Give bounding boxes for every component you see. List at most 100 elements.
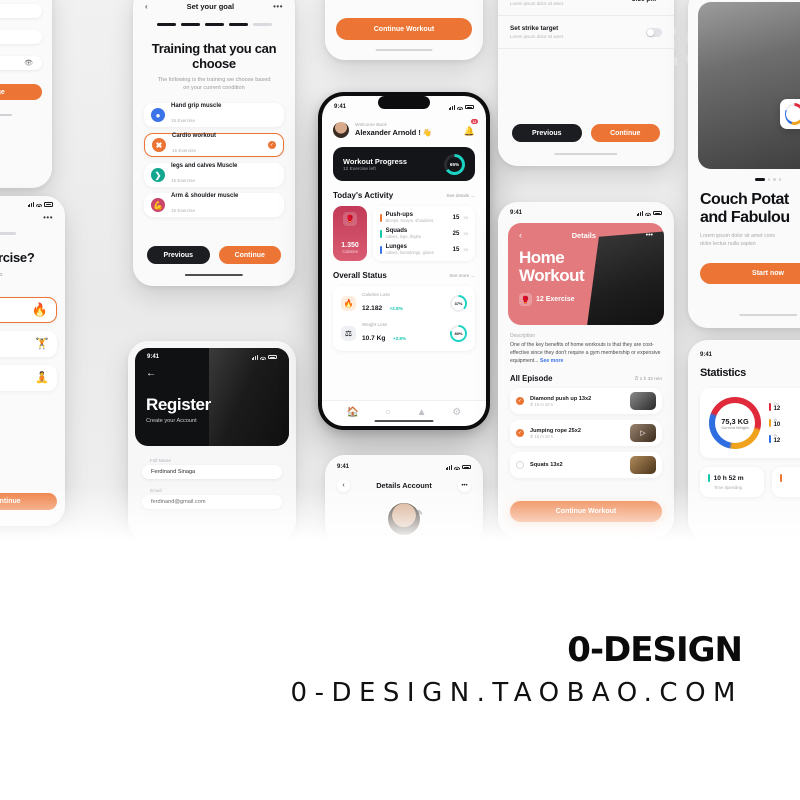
training-name: Arm & shoulder muscle xyxy=(171,193,239,200)
activity-unit: X3 xyxy=(463,247,468,252)
fullname-input[interactable]: Ferdinand Sinaga xyxy=(142,465,282,479)
chevron-left-icon[interactable]: ‹ xyxy=(519,230,522,240)
signal-icon xyxy=(448,104,455,110)
name-field[interactable] xyxy=(0,4,42,18)
overall-percent: 80% xyxy=(452,327,465,340)
notification-bell-icon[interactable]: 🔔 12 xyxy=(464,119,478,139)
episodes-duration: ⏱ 1 h 32 min xyxy=(634,376,662,382)
password-field[interactable]: 👁 xyxy=(0,56,42,70)
phone-set-your-goal: ‹ Set your goal ••• Training that you ca… xyxy=(133,0,295,286)
explore-tab[interactable]: ○ xyxy=(385,407,391,418)
activity-row-2[interactable]: Lunges calves, hamstrings, glutes 15 X3 xyxy=(380,244,468,255)
stat-tile-1 xyxy=(772,467,800,497)
activity-tab[interactable]: ▲ xyxy=(417,407,427,418)
pencil-edit-icon[interactable]: ✎ xyxy=(417,509,423,517)
episode-duration: ⏱ 15 m 10 s xyxy=(530,433,553,439)
eye-off-icon[interactable]: 👁 xyxy=(24,59,33,67)
episode-row-1[interactable]: ✓ Jumping rope 25x2 ⏱ 15 m 10 s ▷ xyxy=(510,420,662,447)
continue-workout-button[interactable]: Continue Workout xyxy=(336,18,472,40)
activity-muscles: calves, hamstrings, glutes xyxy=(385,250,434,255)
activity-row-0[interactable]: Push-ups Biceps, triceps, shoulders 15 X… xyxy=(380,212,468,223)
page-subtitle-1: goals and will help you to xyxy=(0,271,3,278)
phone-continue-workout-top: Continue Workout xyxy=(325,0,483,60)
workout-icon: 🥊 xyxy=(343,212,357,226)
reminder-subtitle: Lorem ipsum dolor sit amet. xyxy=(510,1,565,6)
email-input[interactable]: ferdinand@gmail.com xyxy=(142,495,282,509)
nav-title: Details xyxy=(571,230,596,240)
scale-icon: ⚖ xyxy=(341,326,356,341)
phone-statistics: 9:41 Statistics 75,3 KG Current Weight C… xyxy=(688,340,800,540)
training-row-1[interactable]: ✖ Cardio workout 15 Exercise ✓ xyxy=(144,133,284,158)
continue-button[interactable]: Continue xyxy=(0,493,57,510)
see-more-link[interactable]: See more → xyxy=(449,273,475,278)
battery-icon xyxy=(44,202,53,207)
continue-button[interactable]: Continue xyxy=(218,246,281,264)
training-row-0[interactable]: ● Hand grip muscle 15 Exercise xyxy=(144,103,284,128)
goal-option-1[interactable]: 🏋 xyxy=(0,330,57,357)
episode-row-0[interactable]: ✓ Diamond push up 13x2 ⏱ 15 m 10 s xyxy=(510,388,662,415)
overall-ring-1: 80% xyxy=(450,325,467,342)
calories-card: 🥊 1.350 Calories xyxy=(333,206,367,261)
episode-play-icon[interactable]: ▷ xyxy=(630,424,656,443)
overall-value: 10.7 Kg xyxy=(362,335,386,342)
legs-icon: ❯ xyxy=(151,168,165,183)
see-details-link[interactable]: See details → xyxy=(446,193,475,198)
overall-row-1[interactable]: ⚖ Weight Loss 10.7 Kg +2.8% 80% xyxy=(341,322,467,345)
strike-target-toggle[interactable] xyxy=(646,27,662,37)
more-horizontal-icon[interactable]: ••• xyxy=(646,232,653,239)
training-meta: 15 Exercise xyxy=(171,118,196,124)
cardio-icon: ✖ xyxy=(152,138,166,153)
activity-muscles: Biceps, triceps, shoulders xyxy=(385,218,434,223)
goal-option-2[interactable]: 🧘 xyxy=(0,364,57,391)
yoga-icon: 🧘 xyxy=(35,372,49,385)
training-row-3[interactable]: 💪 Arm & shoulder muscle 15 Exercise xyxy=(144,193,284,218)
selected-check-icon: ✓ xyxy=(268,141,276,150)
goal-option-0[interactable]: t boody 🔥 xyxy=(0,296,57,323)
page-title: Statistics xyxy=(700,367,746,379)
reminder-row-0[interactable]: Set Reminders Lorem ipsum dolor sit amet… xyxy=(498,0,674,16)
home-tab[interactable]: 🏠 xyxy=(347,407,359,418)
workout-hero: ‹ Details ••• Home Workout 🥊 12 Exercise xyxy=(508,223,664,325)
donut-label: Current Weight xyxy=(721,425,749,430)
reminder-row-1[interactable]: Set strike target Lorem ipsum dolor sit … xyxy=(498,16,674,49)
activity-heading: Today's Activity xyxy=(333,191,394,200)
phone-change-password: l.com 👁 Change xyxy=(0,0,52,188)
chevron-left-icon[interactable]: ‹ xyxy=(337,479,350,492)
episode-row-2[interactable]: Squats 13x2 xyxy=(510,452,662,479)
onboarding-title-1: Couch Potat xyxy=(700,190,789,208)
previous-button[interactable]: Previous xyxy=(512,124,582,142)
arrow-left-icon[interactable]: ← xyxy=(135,362,289,379)
carousel-dots[interactable] xyxy=(688,169,800,181)
tab-bar: 🏠 ○ ▲ ⚙ xyxy=(322,400,486,426)
workout-progress-card[interactable]: Workout Progress 12 Exercise left 65% xyxy=(333,147,475,181)
training-row-2[interactable]: ❯ legs and calves Muscle 15 Exercise xyxy=(144,163,284,188)
progress-title: Workout Progress xyxy=(343,156,407,166)
more-horizontal-icon[interactable]: ••• xyxy=(273,2,283,11)
overall-delta: +2.8% xyxy=(392,336,407,341)
email-field[interactable]: l.com xyxy=(0,30,42,44)
previous-button[interactable]: Previous xyxy=(147,246,210,264)
reminder-subtitle: Lorem ipsum dolor sit amet. xyxy=(510,34,565,39)
overall-row-0[interactable]: 🔥 Calories Loss 12.182 +2.8% 37% xyxy=(341,292,467,315)
status-bar xyxy=(0,196,65,209)
more-horizontal-icon[interactable]: ••• xyxy=(43,213,53,222)
tile-label: Time Spending xyxy=(714,485,743,490)
change-button[interactable]: Change xyxy=(0,84,42,100)
email-label: Email xyxy=(150,488,162,493)
chevron-right-icon[interactable]: › xyxy=(660,0,662,2)
see-more-link[interactable]: See more xyxy=(540,358,563,364)
more-horizontal-icon[interactable]: ••• xyxy=(457,479,471,492)
chevron-left-icon[interactable]: ‹ xyxy=(145,2,148,11)
user-name: Alexander Arnold ! 👋 xyxy=(355,128,433,137)
calories-value: 1.350 xyxy=(341,242,359,249)
start-now-button[interactable]: Start now xyxy=(700,263,800,284)
settings-tab[interactable]: ⚙ xyxy=(452,407,461,418)
bell-badge: 12 xyxy=(470,119,478,124)
continue-button[interactable]: Continue xyxy=(590,124,660,142)
avatar[interactable] xyxy=(333,122,349,138)
grip-icon: ● xyxy=(151,108,165,123)
activity-row-1[interactable]: Squads calves, legs, thighs 25 X3 xyxy=(380,228,468,239)
statistics-donut-card: 75,3 KG Current Weight Cu 12 W 10 Pr 12 xyxy=(700,388,800,458)
continue-workout-button[interactable]: Continue Workout xyxy=(510,501,662,522)
avatar[interactable]: ✎ xyxy=(386,501,423,537)
